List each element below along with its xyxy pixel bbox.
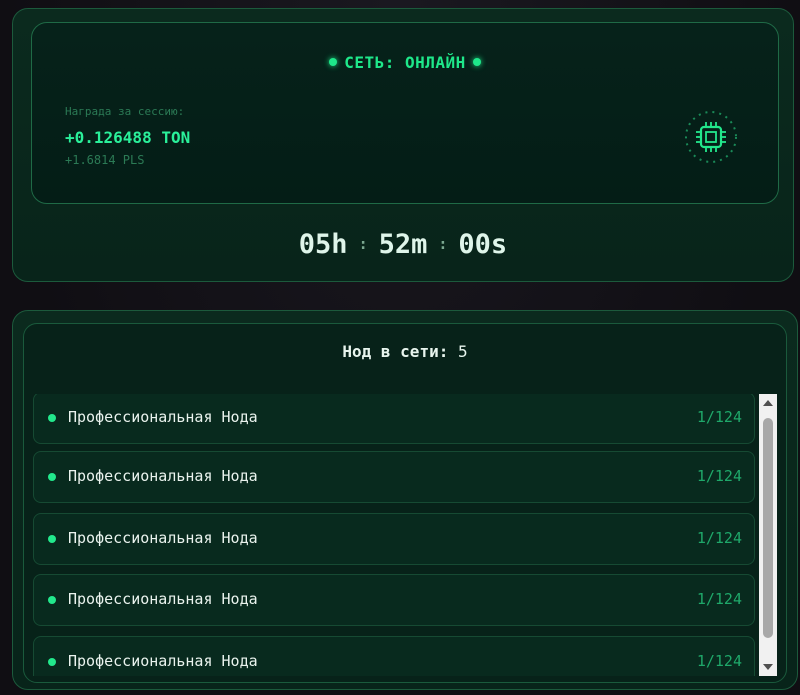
timer-hours: 05h bbox=[298, 229, 348, 260]
status-dot-left bbox=[329, 58, 338, 66]
reward-ton-value: +0.126488 TON bbox=[65, 128, 191, 147]
timer-seconds: 00s bbox=[458, 229, 508, 260]
status-dot-right bbox=[472, 58, 481, 66]
node-ratio: 1/124 bbox=[696, 467, 742, 485]
session-timer: 05h:52m:00s bbox=[13, 229, 793, 260]
scroll-down-arrow-icon[interactable] bbox=[763, 664, 773, 670]
list-item[interactable]: Профессиональная Нода 1/124 bbox=[33, 451, 755, 503]
timer-minutes: 52m bbox=[378, 229, 428, 260]
timer-separator: : bbox=[438, 234, 448, 253]
node-name: Профессиональная Нода bbox=[68, 467, 258, 485]
list-item[interactable]: Профессиональная Нода 1/124 bbox=[33, 574, 755, 626]
cpu-chip-icon bbox=[685, 111, 737, 163]
node-status-dot bbox=[48, 535, 56, 543]
node-status-dot bbox=[48, 596, 56, 604]
node-status-dot bbox=[48, 473, 56, 481]
node-ratio: 1/124 bbox=[696, 590, 742, 608]
scroll-thumb[interactable] bbox=[763, 418, 773, 638]
list-item[interactable]: Профессиональная Нода 1/124 bbox=[33, 513, 755, 565]
node-name: Профессиональная Нода bbox=[68, 529, 258, 547]
node-name: Профессиональная Нода bbox=[68, 590, 258, 608]
node-ratio: 1/124 bbox=[696, 652, 742, 670]
reward-label: Награда за сессию: bbox=[65, 105, 185, 118]
node-status-dot bbox=[48, 658, 56, 666]
scroll-up-arrow-icon[interactable] bbox=[763, 400, 773, 406]
nodes-count: 5 bbox=[457, 342, 468, 361]
node-list[interactable]: Профессиональная Нода 1/124 Профессионал… bbox=[33, 394, 757, 676]
mining-session-panel: СЕТЬ: ОНЛАЙН Награда за сессию: +0.12648… bbox=[12, 8, 794, 282]
nodes-online-title: Нод в сети: 5 bbox=[24, 342, 786, 361]
status-label: СЕТЬ: ОНЛАЙН bbox=[344, 53, 466, 72]
node-ratio: 1/124 bbox=[696, 408, 742, 426]
list-item[interactable]: Профессиональная Нода 1/124 bbox=[33, 636, 755, 676]
reward-pls-value: +1.6814 PLS bbox=[65, 153, 145, 167]
network-status: СЕТЬ: ОНЛАЙН bbox=[32, 53, 778, 72]
node-name: Профессиональная Нода bbox=[68, 652, 258, 670]
nodes-panel: Нод в сети: 5 Профессиональная Нода 1/12… bbox=[12, 310, 798, 690]
node-status-dot bbox=[48, 414, 56, 422]
nodes-title-label: Нод в сети: bbox=[342, 342, 449, 361]
session-reward-card: СЕТЬ: ОНЛАЙН Награда за сессию: +0.12648… bbox=[31, 22, 779, 204]
nodes-card: Нод в сети: 5 Профессиональная Нода 1/12… bbox=[23, 323, 787, 683]
list-item[interactable]: Профессиональная Нода 1/124 bbox=[33, 394, 755, 444]
timer-separator: : bbox=[358, 234, 368, 253]
list-scrollbar[interactable] bbox=[759, 394, 777, 676]
node-name: Профессиональная Нода bbox=[68, 408, 258, 426]
node-ratio: 1/124 bbox=[696, 529, 742, 547]
